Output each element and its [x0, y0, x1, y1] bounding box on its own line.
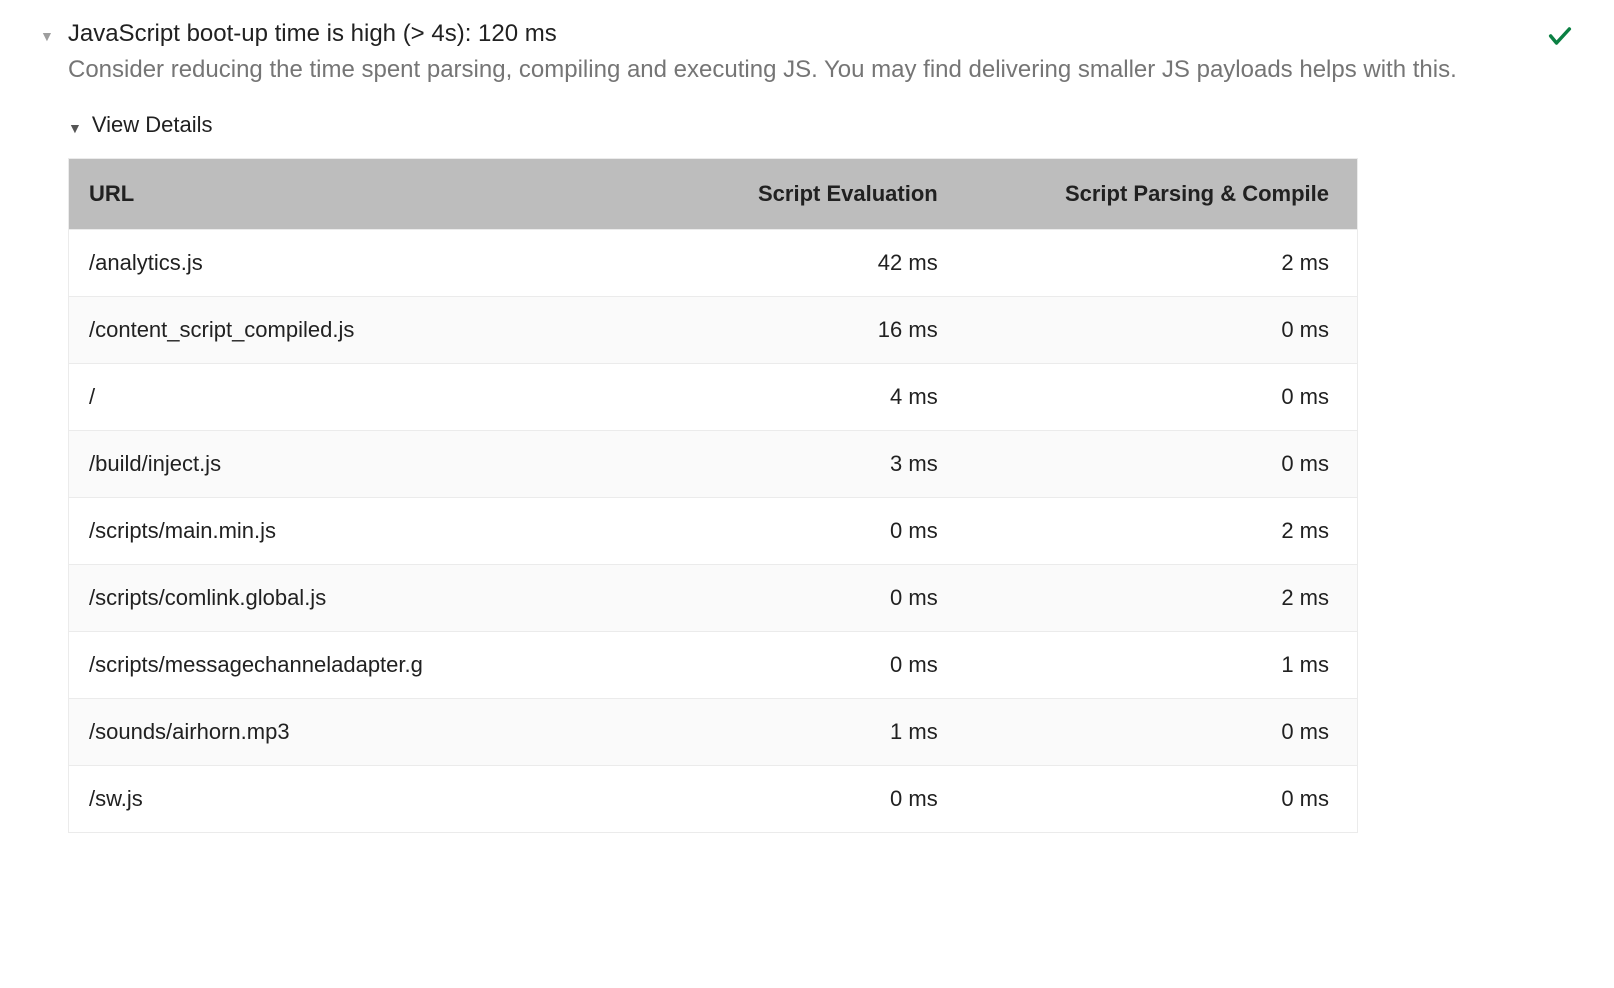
view-details-toggle[interactable]: ▼ View Details [68, 112, 1522, 138]
cell-url: /sounds/airhorn.mp3 [69, 699, 674, 766]
audit-item: ▼ JavaScript boot-up time is high (> 4s)… [40, 20, 1574, 833]
cell-evaluation: 1 ms [674, 699, 957, 766]
col-parsing: Script Parsing & Compile [958, 159, 1357, 230]
cell-url: /build/inject.js [69, 431, 674, 498]
cell-parsing: 1 ms [958, 632, 1357, 699]
table-row: /analytics.js42 ms2 ms [69, 230, 1357, 297]
table-row: /build/inject.js3 ms0 ms [69, 431, 1357, 498]
table-row: /scripts/comlink.global.js0 ms2 ms [69, 565, 1357, 632]
cell-parsing: 0 ms [958, 364, 1357, 431]
cell-parsing: 0 ms [958, 431, 1357, 498]
cell-url: / [69, 364, 674, 431]
table-row: /sounds/airhorn.mp31 ms0 ms [69, 699, 1357, 766]
table-row: /scripts/main.min.js0 ms2 ms [69, 498, 1357, 565]
status-icon-pass [1546, 22, 1574, 55]
table-row: /4 ms0 ms [69, 364, 1357, 431]
cell-evaluation: 0 ms [674, 565, 957, 632]
cell-evaluation: 0 ms [674, 498, 957, 565]
cell-url: /scripts/comlink.global.js [69, 565, 674, 632]
cell-parsing: 0 ms [958, 699, 1357, 766]
cell-url: /content_script_compiled.js [69, 297, 674, 364]
cell-url: /scripts/main.min.js [69, 498, 674, 565]
cell-evaluation: 0 ms [674, 632, 957, 699]
table-row: /scripts/messagechanneladapter.g0 ms1 ms [69, 632, 1357, 699]
audit-title: JavaScript boot-up time is high (> 4s): … [68, 20, 557, 48]
check-icon [1546, 22, 1574, 50]
cell-evaluation: 16 ms [674, 297, 957, 364]
cell-url: /sw.js [69, 766, 674, 833]
cell-url: /analytics.js [69, 230, 674, 297]
table-header-row: URL Script Evaluation Script Parsing & C… [69, 159, 1357, 230]
cell-parsing: 2 ms [958, 498, 1357, 565]
col-url: URL [69, 159, 674, 230]
cell-url: /scripts/messagechanneladapter.g [69, 632, 674, 699]
cell-parsing: 0 ms [958, 297, 1357, 364]
cell-evaluation: 3 ms [674, 431, 957, 498]
cell-evaluation: 0 ms [674, 766, 957, 833]
cell-evaluation: 42 ms [674, 230, 957, 297]
cell-evaluation: 4 ms [674, 364, 957, 431]
disclosure-triangle-icon[interactable]: ▼ [40, 28, 54, 44]
cell-parsing: 2 ms [958, 565, 1357, 632]
table-row: /content_script_compiled.js16 ms0 ms [69, 297, 1357, 364]
audit-header[interactable]: ▼ JavaScript boot-up time is high (> 4s)… [40, 20, 1522, 48]
cell-parsing: 0 ms [958, 766, 1357, 833]
table-row: /sw.js0 ms0 ms [69, 766, 1357, 833]
details-table: URL Script Evaluation Script Parsing & C… [68, 158, 1358, 833]
view-details-label: View Details [92, 112, 213, 138]
col-evaluation: Script Evaluation [674, 159, 957, 230]
cell-parsing: 2 ms [958, 230, 1357, 297]
disclosure-triangle-icon[interactable]: ▼ [68, 120, 82, 136]
audit-description: Consider reducing the time spent parsing… [68, 54, 1522, 86]
